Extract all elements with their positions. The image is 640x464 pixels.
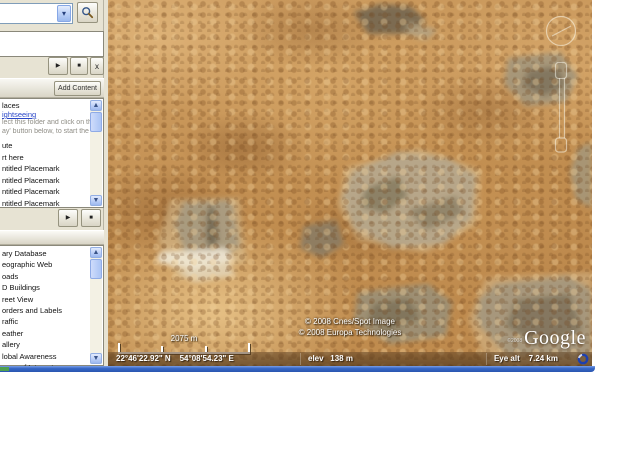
layers-panel: ary Database eographic Web oads D Buildi… [0,245,104,372]
layer-item-3d-buildings[interactable]: D Buildings [2,282,90,293]
search-input[interactable]: ▾ [0,3,73,24]
layer-item-global-awareness[interactable]: lobal Awareness [2,351,90,362]
zoom-slider-top[interactable] [554,61,568,80]
search-panel: ▾ [0,2,104,26]
latitude-value: 22°46'22.92" N [116,354,171,363]
scroll-down-icon[interactable]: ▼ [90,195,102,206]
google-earth-screenshot: ▾ ▶ ■ x Add Content laces ightseeing lec… [0,0,640,464]
layers-items: ary Database eographic Web oads D Buildi… [2,248,90,373]
layers-header-bar [0,230,104,245]
scale-tick [118,343,120,352]
window-border-bottom[interactable] [0,366,595,372]
close-icon[interactable]: x [90,57,104,75]
scale-legend: 2075 m [118,334,250,354]
copyright-line-1: © 2008 Cnes/Spot Image [305,317,395,326]
zoom-slider-bottom[interactable] [554,137,568,153]
list-item-placemark[interactable]: ntitled Placemark [2,175,90,187]
scale-label: 2075 m [170,334,198,343]
magnifier-icon [82,7,94,19]
list-item-sightseeing[interactable]: ightseeing [2,110,90,119]
layer-item-street-view[interactable]: reet View [2,294,90,305]
stop-button[interactable]: ■ [70,57,88,75]
places-scrollbar-thumb[interactable] [90,112,102,132]
google-copyright-small: ©2008 [507,338,523,344]
play-button[interactable]: ▶ [48,57,68,75]
chevron-down-icon[interactable]: ▾ [57,5,71,22]
search-playback-controls: ▶ ■ x [0,57,104,76]
places-playback-controls: ▶ ■ [0,209,104,228]
play-tour-button[interactable]: ▶ [58,209,78,227]
coordinates-readout: 22°46'22.92" N 54°08'54.23" E [116,354,234,363]
list-item-placemark[interactable]: ntitled Placemark [2,163,90,175]
search-results-box[interactable] [0,31,104,57]
status-bar: 22°46'22.92" N 54°08'54.23" E elev 138 m… [108,352,592,366]
search-button[interactable] [77,2,98,23]
list-item-route[interactable]: ute [2,140,90,152]
list-item-placemark[interactable]: ntitled Placemark [2,186,90,198]
layer-item-gallery[interactable]: allery [2,339,90,350]
places-panel: laces ightseeing lect this folder and cl… [0,98,104,208]
scroll-up-icon[interactable]: ▲ [90,247,102,258]
navigation-controls [545,15,577,153]
elev-label: elev [308,354,324,363]
sidebar-panels: ▾ ▶ ■ x Add Content laces ightseeing lec… [0,0,104,372]
layer-item-traffic[interactable]: raffic [2,316,90,327]
sightseeing-description-line2: ay' button below, to start the [2,127,89,135]
status-divider [486,353,487,365]
layer-item-weather[interactable]: eather [2,328,90,339]
window-corner-fragment [0,367,9,371]
layer-item-primary-database[interactable]: ary Database [2,248,90,259]
map-viewport[interactable]: © 2008 Cnes/Spot Image © 2008 Europa Tec… [108,0,592,366]
google-logo: Google [524,327,586,349]
layers-scrollbar-thumb[interactable] [90,259,102,279]
copyright-line-2: © 2008 Europa Technologies [298,328,402,337]
longitude-value: 54°08'54.23" E [179,354,234,363]
stop-tour-button[interactable]: ■ [81,209,101,227]
streaming-progress-icon [577,353,589,365]
google-branding: ©2008 Google [507,328,586,348]
elev-value: 138 m [330,354,353,363]
scroll-down-icon[interactable]: ▼ [90,353,102,364]
imagery-copyright: © 2008 Cnes/Spot Image © 2008 Europa Tec… [286,316,414,338]
eye-alt-label: Eye alt [493,354,520,363]
list-item-my-places[interactable]: laces [2,101,90,110]
layer-item-roads[interactable]: oads [2,271,90,282]
layer-item-geographic-web[interactable]: eographic Web [2,259,90,270]
list-item-placemark[interactable]: ntitled Placemark [2,198,90,208]
list-item-start-here[interactable]: rt here [2,152,90,164]
scroll-up-icon[interactable]: ▲ [90,100,102,111]
layer-item-borders-labels[interactable]: orders and Labels [2,305,90,316]
app-window: ▾ ▶ ■ x Add Content laces ightseeing lec… [0,0,595,372]
add-content-button[interactable]: Add Content [54,81,101,96]
status-divider [300,353,301,365]
eye-altitude-readout: Eye alt 7.24 km [494,354,558,363]
scale-tick [248,343,250,352]
places-scrollbar[interactable]: ▲ ▼ [90,100,102,206]
places-header-bar: Add Content [0,78,104,98]
places-items: laces ightseeing lect this folder and cl… [2,101,90,208]
sightseeing-description-line1: lect this folder and click on the [2,119,90,126]
sidebar: ▾ ▶ ■ x Add Content laces ightseeing lec… [0,0,108,372]
layers-scrollbar[interactable]: ▲ ▼ [90,247,102,364]
eye-alt-value: 7.24 km [528,354,558,363]
elevation-readout: elev 138 m [308,354,353,363]
